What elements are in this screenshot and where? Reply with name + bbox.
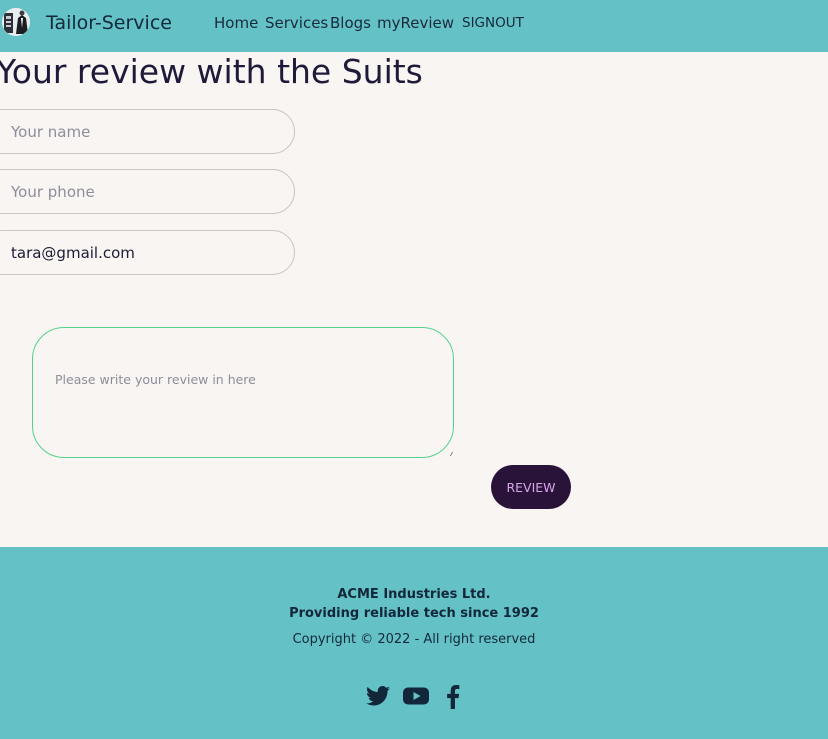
twitter-icon[interactable] [366,685,392,709]
footer-copyright: Copyright © 2022 - All right reserved [292,632,536,647]
navbar: Tailor-Service Home Services Blogs myRev… [0,0,828,52]
footer: ACME Industries Ltd. Providing reliable … [0,547,828,739]
review-textarea[interactable] [32,327,454,458]
page-title: Your review with the Suits [0,52,423,91]
youtube-icon[interactable] [403,685,429,709]
suit-logo-icon[interactable] [2,8,30,36]
email-input[interactable] [0,230,295,275]
textarea-resize-handle[interactable] [446,452,454,456]
review-submit-button[interactable]: REVIEW [491,465,571,509]
footer-tagline: Providing reliable tech since 1992 [289,606,539,621]
nav-link-services[interactable]: Services [265,14,328,32]
facebook-icon[interactable] [446,685,472,709]
footer-company: ACME Industries Ltd. [337,587,491,602]
brand-name[interactable]: Tailor-Service [46,12,172,34]
signout-button[interactable]: SIGNOUT [462,15,524,31]
phone-input[interactable] [0,169,295,214]
nav-link-home[interactable]: Home [214,14,258,32]
name-input[interactable] [0,109,295,154]
nav-link-blogs[interactable]: Blogs [330,14,371,32]
nav-link-myreview[interactable]: myReview [377,14,454,32]
